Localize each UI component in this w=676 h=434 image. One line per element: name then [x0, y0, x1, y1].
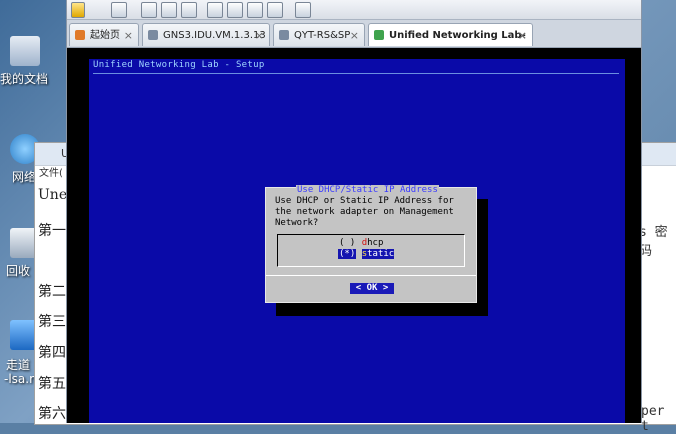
unity-icon[interactable] — [267, 2, 283, 18]
chevron-down-icon[interactable] — [87, 2, 95, 16]
ip-address-dialog: Use DHCP/Static IP Address Use DHCP or S… — [265, 185, 477, 303]
dialog-message: Use DHCP or Static IP Address for the ne… — [275, 196, 454, 228]
sidebar-toggle-icon[interactable] — [207, 2, 223, 18]
text-line: 第六 — [38, 406, 66, 422]
network-config-icon[interactable] — [111, 2, 127, 18]
desktop-icon-my-documents[interactable]: 我的文档 — [0, 36, 68, 87]
tab-qyt-rssp[interactable]: QYT-RS&SP × — [273, 23, 365, 46]
radio-dhcp[interactable]: ( ) — [338, 238, 356, 248]
option-label-static: static — [361, 249, 395, 259]
tab-gns3-vm[interactable]: GNS3.IDU.VM.1.3.13 × — [142, 23, 270, 46]
close-icon[interactable]: × — [518, 24, 527, 47]
tab-home[interactable]: 起始页 × — [69, 23, 139, 46]
desktop-icon-label: 网络 — [12, 170, 37, 184]
dialog-title: Use DHCP/Static IP Address — [296, 185, 439, 195]
text-line: 第一 — [38, 223, 66, 239]
right-edge-text: per t — [641, 404, 665, 434]
manage-snapshots-icon[interactable] — [181, 2, 197, 18]
menu-file[interactable]: 文件( — [39, 168, 63, 179]
display-icon[interactable] — [295, 2, 311, 18]
documents-icon — [10, 36, 40, 66]
console-view-icon[interactable] — [227, 2, 243, 18]
text-line: 第五 — [38, 376, 66, 392]
tab-label: QYT-RS&SP — [294, 30, 351, 41]
fullscreen-icon[interactable] — [247, 2, 263, 18]
vm-client-window: 起始页 × GNS3.IDU.VM.1.3.13 × QYT-RS&SP × U… — [66, 0, 642, 423]
text-line: 第三 — [38, 314, 66, 330]
right-edge-text: s 密码 — [639, 225, 668, 259]
snapshot-icon[interactable] — [141, 2, 157, 18]
tab-bar: 起始页 × GNS3.IDU.VM.1.3.13 × QYT-RS&SP × U… — [67, 20, 641, 64]
tab-label: 起始页 — [90, 30, 120, 41]
setup-screen: Unified Networking Lab - Setup Use DHCP/… — [89, 59, 625, 423]
option-label-dhcp: dhcp — [362, 238, 384, 248]
vm-icon — [279, 30, 289, 40]
home-icon — [75, 30, 85, 40]
tab-label: GNS3.IDU.VM.1.3.13 — [163, 30, 266, 41]
revert-icon[interactable] — [161, 2, 177, 18]
desktop-icon-label: 回收 — [6, 264, 31, 278]
close-icon[interactable]: × — [255, 24, 264, 47]
desktop-icon-label: -lsa.r — [4, 372, 35, 386]
radio-static[interactable]: (*) — [338, 249, 357, 259]
desktop-icon-label: 我的文档 — [0, 72, 49, 86]
desktop-icon-label: 走道 — [6, 358, 31, 372]
dialog-separator — [266, 275, 476, 276]
option-static[interactable]: (*) static — [338, 249, 395, 259]
close-icon[interactable]: × — [124, 24, 133, 47]
option-text: tatic — [367, 249, 395, 259]
toolbar — [67, 0, 641, 20]
power-icon[interactable] — [71, 2, 85, 18]
ok-button[interactable]: < OK > — [350, 283, 394, 294]
close-icon[interactable]: × — [350, 24, 359, 47]
option-dhcp[interactable]: ( ) dhcp — [338, 238, 383, 248]
text-line: 第四 — [38, 345, 66, 361]
setup-title: Unified Networking Lab - Setup — [93, 60, 265, 70]
vm-icon — [148, 30, 158, 40]
vm-running-icon — [374, 30, 384, 40]
option-text: hcp — [367, 238, 384, 248]
vm-console[interactable]: Unified Networking Lab - Setup Use DHCP/… — [67, 48, 641, 423]
title-divider — [93, 73, 619, 74]
options-list: ( ) dhcp (*) static — [277, 234, 465, 267]
text-line: 第二 — [38, 284, 66, 300]
tab-unified-networking-lab[interactable]: Unified Networking Lab-1.0.0-8 × — [368, 23, 533, 64]
